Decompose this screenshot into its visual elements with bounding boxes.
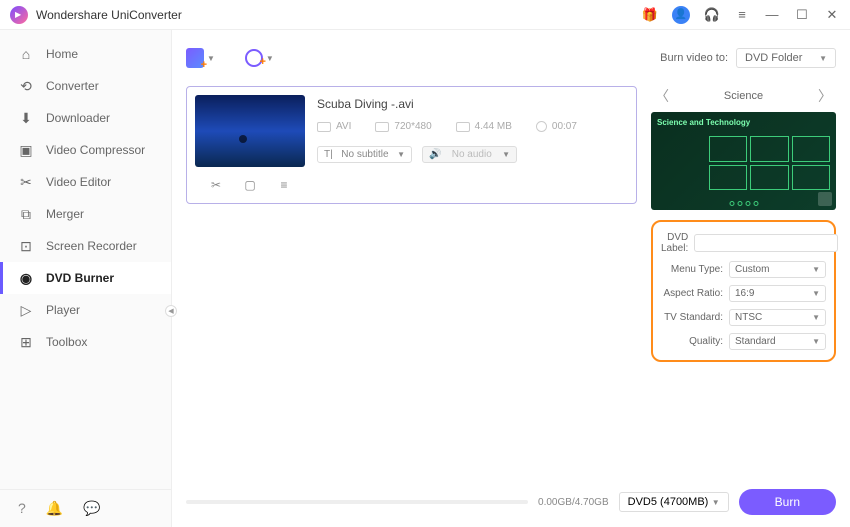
sidebar-item-label: Converter bbox=[46, 79, 99, 93]
home-icon: ⌂ bbox=[18, 46, 34, 62]
help-icon[interactable]: ? bbox=[18, 500, 26, 517]
audio-icon: 🔊 bbox=[429, 149, 441, 160]
dvd-label-label: DVD Label: bbox=[661, 232, 694, 254]
subtitle-select[interactable]: T|No subtitle▼ bbox=[317, 146, 412, 163]
burn-button[interactable]: Burn bbox=[739, 489, 836, 515]
size-icon bbox=[456, 122, 470, 132]
close-icon[interactable]: ✕ bbox=[824, 7, 840, 23]
burn-to-label: Burn video to: bbox=[660, 52, 728, 64]
sidebar-item-label: Video Editor bbox=[46, 175, 111, 189]
recorder-icon: ⊡ bbox=[18, 238, 34, 254]
add-file-button[interactable]: ▼ bbox=[186, 48, 215, 68]
add-disc-icon bbox=[245, 49, 263, 67]
sidebar-item-label: Screen Recorder bbox=[46, 239, 137, 253]
app-logo bbox=[10, 6, 28, 24]
sidebar-item-player[interactable]: ▷ Player bbox=[0, 294, 171, 326]
file-resolution: 720*480 bbox=[394, 121, 431, 132]
dvd-label-input[interactable] bbox=[694, 234, 838, 252]
bell-icon[interactable]: 🔔 bbox=[46, 500, 63, 517]
titlebar-actions: 🎁 👤 🎧 ≡ — ☐ ✕ bbox=[642, 6, 840, 24]
sidebar-item-label: Player bbox=[46, 303, 80, 317]
menu-type-select[interactable]: Custom▼ bbox=[729, 261, 826, 278]
audio-value: No audio bbox=[452, 149, 492, 160]
burn-to-select[interactable]: DVD Folder ▼ bbox=[736, 48, 836, 68]
gift-icon[interactable]: 🎁 bbox=[642, 7, 658, 23]
sidebar-item-label: Downloader bbox=[46, 111, 110, 125]
sidebar-item-converter[interactable]: ⟲ Converter bbox=[0, 70, 171, 102]
format-icon bbox=[317, 122, 331, 132]
capacity-text: 0.00GB/4.70GB bbox=[538, 497, 609, 508]
merger-icon: ⧉ bbox=[18, 206, 34, 222]
sidebar-item-dvd-burner[interactable]: ◉ DVD Burner bbox=[0, 262, 171, 294]
sidebar-item-downloader[interactable]: ⬇ Downloader bbox=[0, 102, 171, 134]
file-title: Scuba Diving -.avi bbox=[317, 97, 628, 111]
aspect-ratio-select[interactable]: 16:9▼ bbox=[729, 285, 826, 302]
quality-label: Quality: bbox=[661, 336, 729, 347]
file-item[interactable]: ✂ ▢ ≡ Scuba Diving -.avi AVI 720*480 4.4… bbox=[186, 86, 637, 204]
sidebar-item-label: Video Compressor bbox=[46, 143, 145, 157]
add-file-icon bbox=[186, 48, 204, 68]
content: ▼ ▼ Burn video to: DVD Folder ▼ bbox=[172, 30, 850, 527]
chevron-down-icon: ▼ bbox=[266, 54, 274, 63]
template-preview[interactable]: Science and Technology bbox=[651, 112, 836, 210]
template-edit-icon[interactable] bbox=[818, 192, 832, 206]
subtitle-value: No subtitle bbox=[341, 149, 388, 160]
menu-type-label: Menu Type: bbox=[661, 264, 729, 275]
compressor-icon: ▣ bbox=[18, 142, 34, 158]
file-format: AVI bbox=[336, 121, 351, 132]
audio-select[interactable]: 🔊 No audio ▼ bbox=[422, 146, 517, 163]
sidebar-item-toolbox[interactable]: ⊞ Toolbox bbox=[0, 326, 171, 358]
clock-icon bbox=[536, 121, 547, 132]
video-thumbnail bbox=[195, 95, 305, 167]
template-theme-text: Science and Technology bbox=[657, 118, 830, 127]
chevron-down-icon: ▼ bbox=[397, 150, 405, 159]
dvd-icon: ◉ bbox=[18, 270, 34, 286]
resolution-icon bbox=[375, 122, 389, 132]
converter-icon: ⟲ bbox=[18, 78, 34, 94]
add-disc-button[interactable]: ▼ bbox=[245, 49, 274, 67]
sidebar-item-label: DVD Burner bbox=[46, 271, 114, 285]
capacity-bar bbox=[186, 500, 528, 504]
sidebar-item-merger[interactable]: ⧉ Merger bbox=[0, 198, 171, 230]
chevron-down-icon: ▼ bbox=[502, 150, 510, 159]
headset-icon[interactable]: 🎧 bbox=[704, 7, 720, 23]
template-prev-button[interactable]: 〈 bbox=[651, 86, 673, 106]
more-icon[interactable]: ≡ bbox=[272, 175, 296, 195]
app-title: Wondershare UniConverter bbox=[36, 8, 642, 22]
maximize-icon[interactable]: ☐ bbox=[794, 7, 810, 23]
sidebar-item-screen-recorder[interactable]: ⊡ Screen Recorder bbox=[0, 230, 171, 262]
quality-select[interactable]: Standard▼ bbox=[729, 333, 826, 350]
tv-standard-label: TV Standard: bbox=[661, 312, 729, 323]
disc-type-select[interactable]: DVD5 (4700MB)▼ bbox=[619, 492, 729, 512]
template-name: Science bbox=[724, 90, 763, 102]
editor-icon: ✂ bbox=[18, 174, 34, 190]
feedback-icon[interactable]: 💬 bbox=[83, 500, 100, 517]
sidebar-item-label: Merger bbox=[46, 207, 84, 221]
toolbox-icon: ⊞ bbox=[18, 334, 34, 350]
user-icon[interactable]: 👤 bbox=[672, 6, 690, 24]
downloader-icon: ⬇ bbox=[18, 110, 34, 126]
sidebar: ⌂ Home ⟲ Converter ⬇ Downloader ▣ Video Compres… bbox=[0, 30, 172, 527]
sidebar-item-label: Toolbox bbox=[46, 335, 87, 349]
chevron-down-icon: ▼ bbox=[819, 54, 827, 63]
sidebar-item-video-compressor[interactable]: ▣ Video Compressor bbox=[0, 134, 171, 166]
player-icon: ▷ bbox=[18, 302, 34, 318]
dvd-settings: DVD Label: Menu Type:Custom▼ Aspect Rati… bbox=[651, 220, 836, 362]
tv-standard-select[interactable]: NTSC▼ bbox=[729, 309, 826, 326]
crop-icon[interactable]: ▢ bbox=[238, 175, 262, 195]
minimize-icon[interactable]: — bbox=[764, 7, 780, 23]
sidebar-item-label: Home bbox=[46, 47, 78, 61]
burn-to-value: DVD Folder bbox=[745, 52, 802, 64]
template-next-button[interactable]: 〉 bbox=[814, 86, 836, 106]
sidebar-collapse-button[interactable]: ◀ bbox=[165, 305, 177, 317]
aspect-ratio-label: Aspect Ratio: bbox=[661, 288, 729, 299]
sidebar-item-video-editor[interactable]: ✂ Video Editor bbox=[0, 166, 171, 198]
menu-icon[interactable]: ≡ bbox=[734, 7, 750, 23]
titlebar: Wondershare UniConverter 🎁 👤 🎧 ≡ — ☐ ✕ bbox=[0, 0, 850, 30]
sidebar-item-home[interactable]: ⌂ Home bbox=[0, 38, 171, 70]
chevron-down-icon: ▼ bbox=[207, 54, 215, 63]
cut-icon[interactable]: ✂ bbox=[204, 175, 228, 195]
file-size: 4.44 MB bbox=[475, 121, 512, 132]
file-duration: 00:07 bbox=[552, 121, 577, 132]
